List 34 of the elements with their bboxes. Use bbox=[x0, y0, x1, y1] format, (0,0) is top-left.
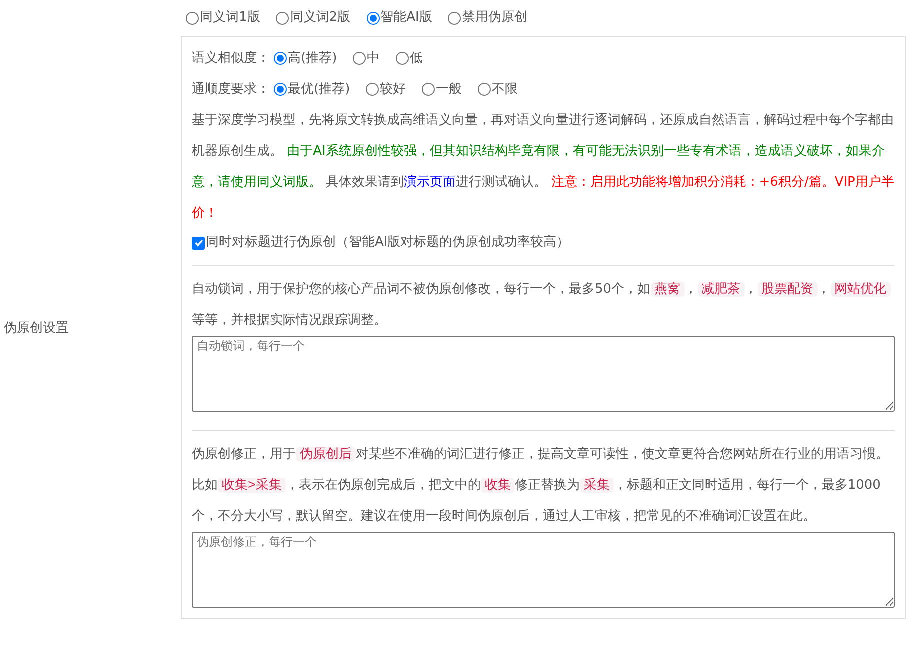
radio-option[interactable]: 同义词1版 bbox=[186, 8, 260, 28]
option-label: 语义相似度： bbox=[192, 50, 270, 68]
ai-description: 基于深度学习模型，先将原文转换成高维语义向量，再对语义向量进行逐词解码，还原成自然语言，解码过程中每个字都由机器原创生成。 由于AI系统原创性较强，但其知识结构毕竟有限，有可能无法识别一些专有术语，造成语义破坏，如果介意，请使用同义词版。 具体效果请到演示页面进行测试确认。 注意：启用此功能将增加积分消耗：+6积分/篇。VIP用户半价！ bbox=[192, 112, 895, 223]
radio-button[interactable] bbox=[274, 83, 287, 96]
option-label: 通顺度要求： bbox=[192, 80, 270, 99]
radio-option[interactable]: 高(推荐) bbox=[274, 48, 338, 68]
title-checkbox-option[interactable]: 同时对标题进行伪原创（智能AI版对标题的伪原创成功率较高） bbox=[192, 229, 895, 257]
radio-button[interactable] bbox=[353, 52, 366, 65]
radio-button[interactable] bbox=[478, 83, 492, 96]
radio-button[interactable] bbox=[274, 52, 287, 65]
checkmark-icon bbox=[194, 238, 204, 248]
radio-option[interactable]: 较好 bbox=[366, 80, 406, 100]
radio-option[interactable]: 禁用伪原创 bbox=[448, 8, 528, 28]
radio-button[interactable] bbox=[422, 83, 436, 96]
demo-page-link[interactable]: 演示页面 bbox=[404, 175, 456, 190]
corrections-field[interactable]: 伪原创修正，每行一个 bbox=[192, 532, 895, 608]
radio-button[interactable] bbox=[276, 12, 290, 24]
radio-option[interactable]: 最优(推荐) bbox=[274, 80, 350, 100]
radio-option[interactable]: 不限 bbox=[478, 80, 518, 100]
radio-option[interactable]: 同义词2版 bbox=[276, 8, 351, 28]
corrections-description: 伪原创修正，用于 伪原创后 对某些不准确的词汇进行修正，提高文章可读性，使文章更符合您网站所在行业的用语习惯。比如 收集>采集 ，表示在伪原创完成后，把文中的 收集 修正替换为 采集 ，标题和正文同时适用，每行一个，最多1000个，不分大小写，默认留空。建议在使用一段时间伪原创后，通过人工审核，把常见的不准确词汇设置在此。 bbox=[192, 446, 890, 526]
radio-button[interactable] bbox=[186, 12, 199, 24]
lock-words-field[interactable]: 自动锁词，每行一个 bbox=[192, 336, 895, 412]
checkbox[interactable] bbox=[192, 236, 205, 250]
radio-option[interactable]: 一般 bbox=[422, 80, 462, 100]
radio-option[interactable]: 低 bbox=[396, 48, 424, 68]
radio-option[interactable]: 智能AI版 bbox=[366, 8, 432, 28]
radio-button[interactable] bbox=[448, 12, 462, 24]
radio-button[interactable] bbox=[396, 52, 410, 65]
radio-button[interactable] bbox=[366, 83, 380, 96]
lock-words-description: 自动锁词，用于保护您的核心产品词不被伪原创修改，每行一个，最多50个，如 燕窝 ， 减肥茶 ， 股票配资 ， 网站优化 等等，并根据实际情况跟踪调整。 bbox=[192, 274, 895, 336]
radio-option[interactable]: 中 bbox=[353, 48, 380, 68]
section-label: 伪原创设置 bbox=[3, 320, 69, 338]
radio-button[interactable] bbox=[366, 12, 380, 24]
